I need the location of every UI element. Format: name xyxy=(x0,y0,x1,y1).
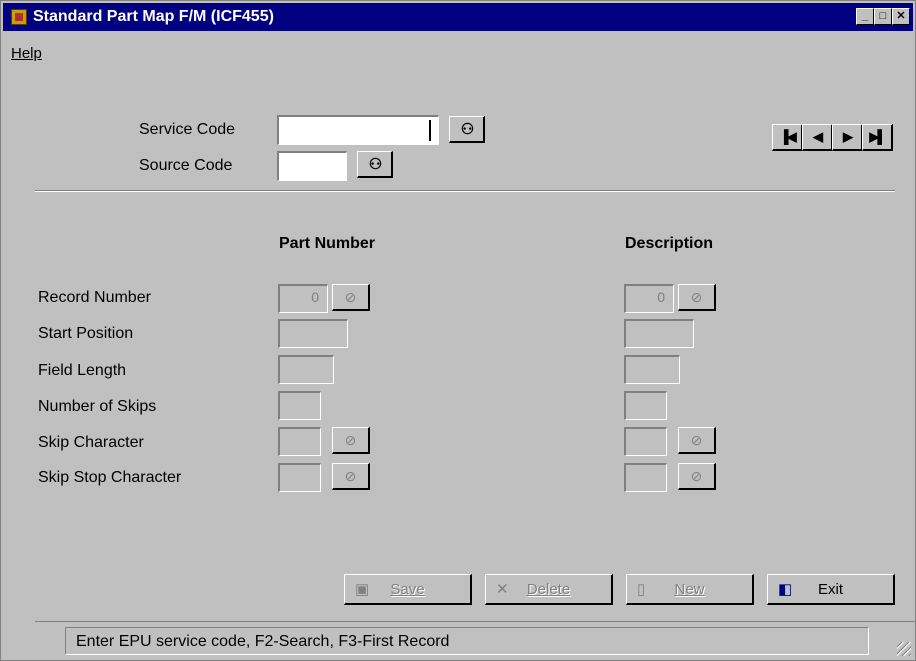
status-message: Enter EPU service code, F2-Search, F3-Fi… xyxy=(76,633,450,650)
part-skip-stop-character-lookup-button[interactable]: ⊘ xyxy=(332,463,370,490)
desc-field-length-field[interactable] xyxy=(624,355,680,384)
save-button[interactable]: ▣ Save xyxy=(344,574,472,605)
next-record-button[interactable]: ▶ xyxy=(832,124,863,151)
binoculars-icon: ⚇ xyxy=(368,156,383,173)
close-button[interactable]: ✕ xyxy=(892,8,910,25)
maximize-button[interactable]: □ xyxy=(874,8,892,25)
source-code-input[interactable] xyxy=(277,151,347,181)
desc-skip-character-field[interactable] xyxy=(624,427,667,456)
record-number-label: Record Number xyxy=(38,289,151,306)
last-record-button[interactable]: ▶▌ xyxy=(862,124,893,151)
number-of-skips-label: Number of Skips xyxy=(38,398,157,415)
first-record-button[interactable]: ▐◀ xyxy=(772,124,803,151)
field-length-label: Field Length xyxy=(38,362,127,379)
desc-record-number-field[interactable]: 0 xyxy=(624,284,674,313)
source-code-search-button[interactable]: ⚇ xyxy=(357,151,393,178)
new-button[interactable]: ▯ New xyxy=(626,574,754,605)
previous-record-button[interactable]: ◀ xyxy=(802,124,833,151)
service-code-label: Service Code xyxy=(139,121,236,138)
source-code-label: Source Code xyxy=(139,157,233,174)
part-skip-character-field[interactable] xyxy=(278,427,321,456)
part-record-number-field[interactable]: 0 xyxy=(278,284,328,313)
part-number-header: Part Number xyxy=(279,235,376,252)
part-start-position-field[interactable] xyxy=(278,319,348,348)
minimize-button[interactable]: _ xyxy=(856,8,874,25)
menu-help[interactable]: Help xyxy=(11,45,42,62)
part-skip-stop-character-field[interactable] xyxy=(278,463,321,492)
status-bar: Enter EPU service code, F2-Search, F3-Fi… xyxy=(65,627,869,655)
skip-stop-character-label: Skip Stop Character xyxy=(38,469,182,486)
title-bar[interactable]: Standard Part Map F/M (ICF455) _ □ ✕ xyxy=(3,3,913,31)
main-window: Standard Part Map F/M (ICF455) _ □ ✕ Hel… xyxy=(0,0,916,661)
desc-skip-character-lookup-button[interactable]: ⊘ xyxy=(678,427,716,454)
previous-record-icon: ◀ xyxy=(813,129,823,144)
no-entry-icon: ⊘ xyxy=(690,467,703,484)
window-title: Standard Part Map F/M (ICF455) xyxy=(33,8,274,25)
part-number-of-skips-field[interactable] xyxy=(278,391,321,420)
last-record-icon: ▶▌ xyxy=(869,129,886,144)
menu-bar: Help xyxy=(11,45,42,62)
app-icon[interactable] xyxy=(11,9,27,25)
start-position-label: Start Position xyxy=(38,325,134,342)
exit-button[interactable]: ◧ Exit xyxy=(767,574,895,605)
part-record-number-lookup-button[interactable]: ⊘ xyxy=(332,284,370,311)
no-entry-icon: ⊘ xyxy=(344,467,357,484)
desc-record-number-lookup-button[interactable]: ⊘ xyxy=(678,284,716,311)
delete-button[interactable]: ✕ Delete xyxy=(485,574,613,605)
binoculars-icon: ⚇ xyxy=(460,121,475,138)
part-field-length-field[interactable] xyxy=(278,355,334,384)
service-code-search-button[interactable]: ⚇ xyxy=(449,116,485,143)
text-cursor xyxy=(429,120,431,141)
desc-skip-stop-character-field[interactable] xyxy=(624,463,667,492)
desc-start-position-field[interactable] xyxy=(624,319,694,348)
description-header: Description xyxy=(625,235,714,252)
service-code-input[interactable] xyxy=(277,115,439,145)
no-entry-icon: ⊘ xyxy=(344,288,357,305)
skip-character-label: Skip Character xyxy=(38,434,144,451)
part-skip-character-lookup-button[interactable]: ⊘ xyxy=(332,427,370,454)
next-record-icon: ▶ xyxy=(843,129,853,144)
first-record-icon: ▐◀ xyxy=(779,129,796,144)
no-entry-icon: ⊘ xyxy=(690,288,703,305)
no-entry-icon: ⊘ xyxy=(690,431,703,448)
no-entry-icon: ⊘ xyxy=(344,431,357,448)
resize-grip[interactable] xyxy=(897,642,911,656)
desc-skip-stop-character-lookup-button[interactable]: ⊘ xyxy=(678,463,716,490)
desc-number-of-skips-field[interactable] xyxy=(624,391,667,420)
